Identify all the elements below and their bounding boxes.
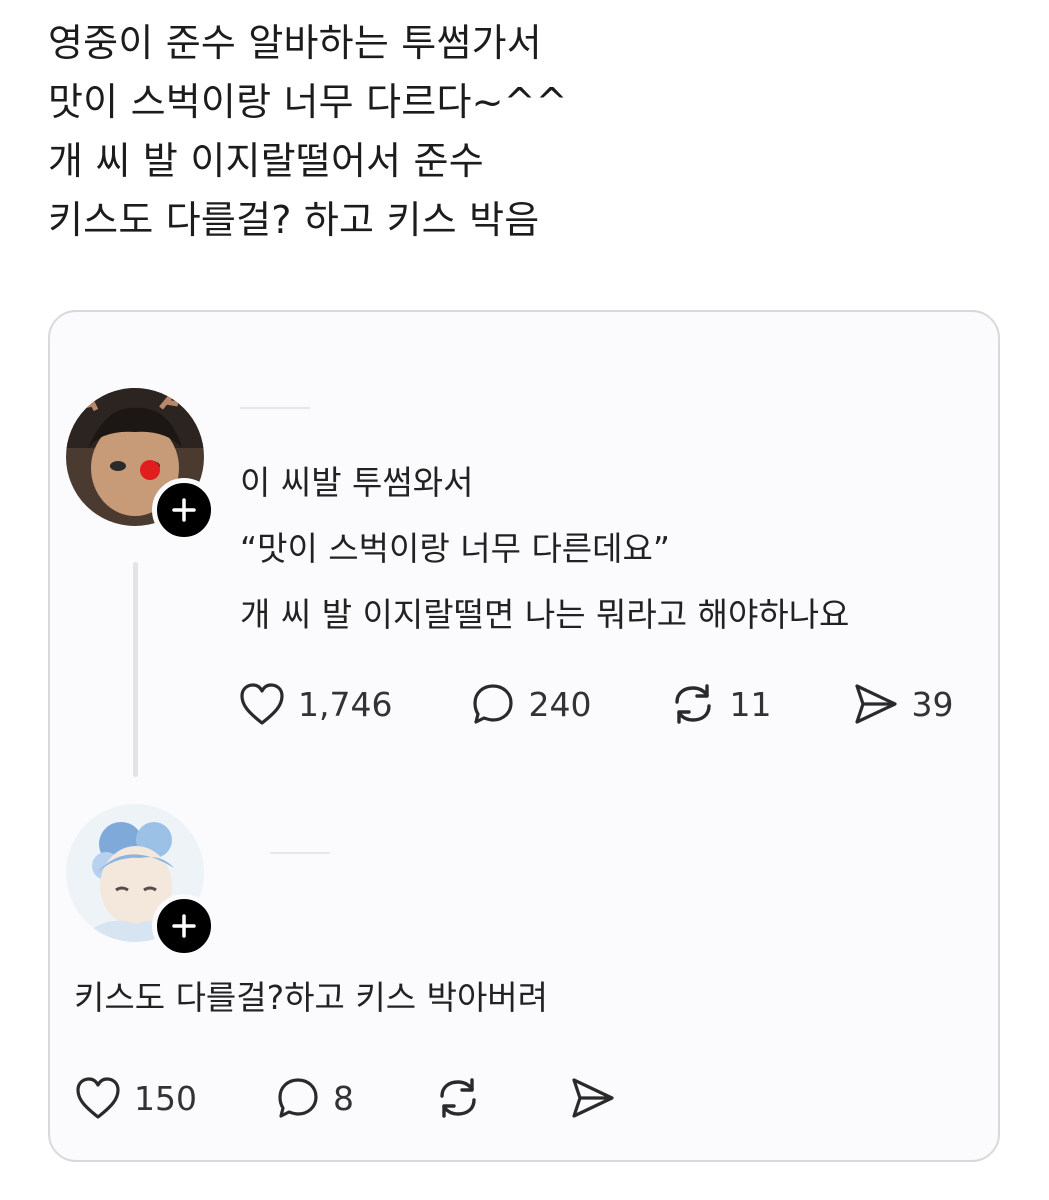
like-count: 1,746 [298, 684, 393, 724]
follow-button[interactable] [152, 478, 216, 542]
post-body: 이 씨발 투썸와서 “맛이 스벅이랑 너무 다른데요” 개 씨 발 이지랄떨면 … [240, 450, 849, 648]
caption-line: 맛이 스벅이랑 너무 다르다~^^ [48, 80, 568, 124]
post-line: 개 씨 발 이지랄떨면 나는 뭐라고 해야하나요 [240, 595, 850, 634]
comment-icon [278, 1078, 318, 1118]
follow-button[interactable] [152, 894, 216, 958]
reply-body: 키스도 다를걸?하고 키스 박아버려 [74, 978, 549, 1017]
caption-line: 키스도 다를걸? 하고 키스 박음 [48, 198, 540, 242]
repost-button[interactable] [434, 1074, 482, 1122]
reply-button[interactable]: 240 [470, 681, 591, 727]
reply-button[interactable]: 8 [275, 1075, 354, 1121]
reply-count: 8 [333, 1078, 354, 1118]
repost-count: 11 [729, 684, 772, 724]
thread-line [133, 562, 138, 777]
like-count: 150 [134, 1078, 197, 1118]
repost-icon [440, 1078, 476, 1118]
post-actions: 1,746 240 11 39 [238, 680, 953, 728]
caption-line: 영중이 준수 알바하는 투썸가서 [48, 21, 542, 65]
comment-icon [473, 684, 514, 724]
like-button[interactable]: 1,746 [238, 681, 392, 727]
caption-line: 개 씨 발 이지랄떨어서 준수 [48, 139, 484, 183]
redacted-username [240, 407, 310, 409]
redacted-username [270, 852, 330, 854]
plus-icon [172, 914, 196, 938]
reply-actions: 150 8 [74, 1074, 616, 1122]
share-icon [855, 684, 898, 724]
repost-button[interactable]: 11 [669, 680, 771, 728]
share-icon [572, 1078, 614, 1118]
plus-icon [172, 498, 196, 522]
share-button[interactable]: 39 [851, 682, 953, 726]
post-line: 이 씨발 투썸와서 [240, 463, 474, 502]
share-button[interactable] [568, 1076, 616, 1120]
reply-count: 240 [528, 684, 592, 724]
caption: 영중이 준수 알바하는 투썸가서 맛이 스벅이랑 너무 다르다~^^ 개 씨 발… [48, 14, 568, 250]
post-line: “맛이 스벅이랑 너무 다른데요” [240, 529, 670, 568]
share-count: 39 [911, 684, 954, 724]
repost-icon [675, 684, 712, 724]
post-screenshot-card: 이 씨발 투썸와서 “맛이 스벅이랑 너무 다른데요” 개 씨 발 이지랄떨면 … [48, 310, 1000, 1162]
heart-icon [240, 683, 284, 725]
like-button[interactable]: 150 [74, 1075, 197, 1121]
heart-icon [76, 1077, 120, 1119]
